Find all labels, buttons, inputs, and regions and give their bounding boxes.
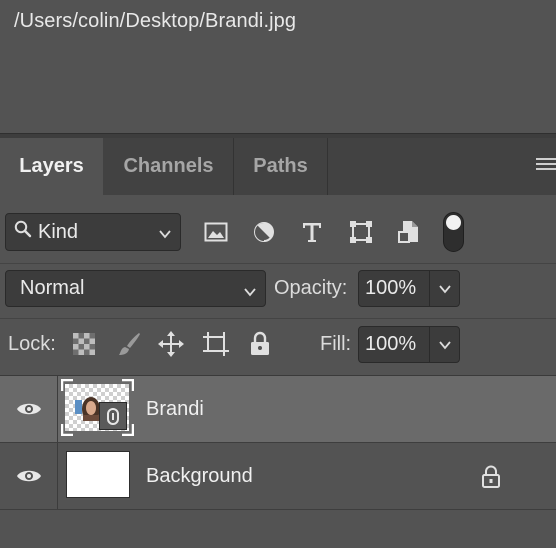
divider: [0, 263, 556, 264]
lock-position-icon[interactable]: [157, 330, 185, 358]
opacity-field[interactable]: 100%: [358, 270, 460, 307]
file-path-text: /Users/colin/Desktop/Brandi.jpg: [14, 10, 297, 32]
visibility-toggle[interactable]: [0, 443, 58, 509]
filter-kind-label: Kind: [38, 220, 79, 243]
chevron-down-icon: [158, 224, 172, 247]
fill-label: Fill:: [320, 333, 352, 355]
layer-thumbnail[interactable]: [66, 451, 130, 498]
tab-channels[interactable]: Channels: [104, 138, 233, 195]
chevron-down-icon: [438, 340, 451, 349]
chevron-down-icon: [438, 284, 451, 293]
search-icon: [14, 220, 32, 244]
eye-icon: [16, 403, 41, 415]
filter-kind-select[interactable]: Kind: [5, 213, 181, 251]
panel-menu-icon[interactable]: [536, 158, 556, 174]
fill-dropdown-button[interactable]: [429, 327, 459, 362]
tab-paths-label: Paths: [253, 155, 308, 177]
filter-toggle[interactable]: [443, 212, 464, 252]
lock-label: Lock:: [8, 333, 56, 355]
lock-all-icon[interactable]: [246, 330, 274, 358]
blend-mode-select[interactable]: Normal: [5, 270, 266, 307]
tab-channels-label: Channels: [123, 155, 214, 177]
panel-tab-bar: Layers Channels Paths: [0, 138, 556, 195]
shape-filter-icon[interactable]: [347, 218, 375, 246]
divider: [0, 318, 556, 319]
tab-layers-label: Layers: [19, 155, 84, 177]
smart-object-filter-icon[interactable]: [395, 218, 423, 246]
image-filter-icon[interactable]: [202, 218, 230, 246]
fill-value: 100%: [365, 333, 417, 355]
opacity-value: 100%: [365, 277, 417, 299]
visibility-toggle[interactable]: [0, 376, 58, 442]
eye-icon: [16, 470, 41, 482]
type-filter-icon[interactable]: [298, 218, 326, 246]
tab-divider: [327, 138, 328, 195]
tab-paths[interactable]: Paths: [234, 138, 327, 195]
layer-name: Background: [146, 465, 253, 487]
lock-artboard-icon[interactable]: [202, 330, 230, 358]
layer-locked-icon[interactable]: [481, 465, 501, 494]
chevron-down-icon: [243, 282, 257, 305]
tab-layers[interactable]: Layers: [0, 138, 103, 195]
lock-transparent-pixels-icon[interactable]: [70, 330, 98, 358]
layer-name: Brandi: [146, 398, 204, 420]
adjustment-filter-icon[interactable]: [250, 218, 278, 246]
selection-frame: [61, 379, 134, 436]
opacity-label: Opacity:: [274, 277, 348, 299]
blend-mode-value: Normal: [20, 277, 85, 299]
opacity-dropdown-button[interactable]: [429, 271, 459, 306]
fill-field[interactable]: 100%: [358, 326, 460, 363]
document-info-panel: /Users/colin/Desktop/Brandi.jpg: [0, 0, 556, 133]
toggle-knob: [446, 215, 461, 230]
divider: [0, 509, 556, 510]
lock-image-pixels-icon[interactable]: [115, 330, 143, 358]
